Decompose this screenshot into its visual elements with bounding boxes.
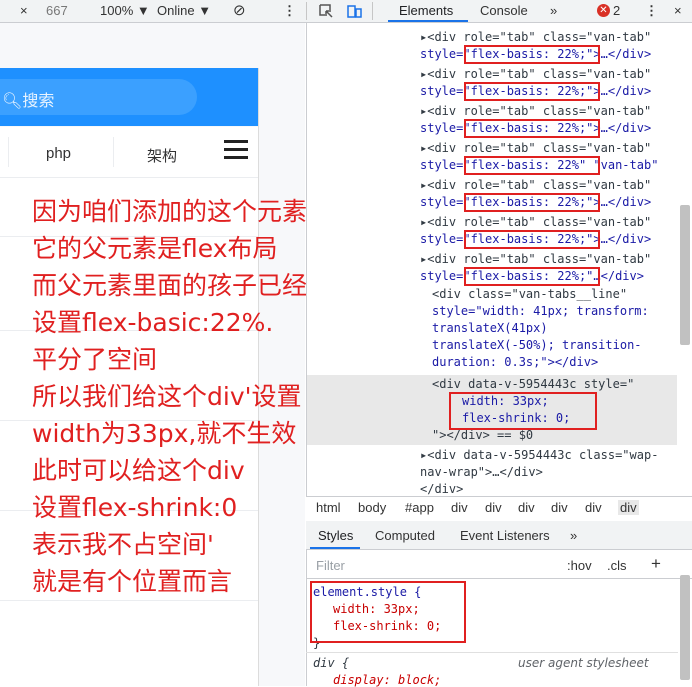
flex-basis-highlight-box bbox=[464, 82, 600, 101]
annotation-line: 所以我们给这个div'设置 bbox=[32, 382, 302, 411]
crumb-div[interactable]: div bbox=[551, 500, 568, 515]
flex-basis-highlight-box bbox=[464, 230, 600, 249]
dom-node-close: </div> bbox=[420, 482, 464, 496]
dom-node-van-tab[interactable]: ▸<div role="tab" class="van-tab" bbox=[420, 178, 651, 192]
hover-state-button[interactable]: :hov bbox=[567, 558, 592, 573]
annotation-line: 设置flex-basic:22%. bbox=[32, 308, 274, 337]
annotation-line: 它的父元素是flex布局 bbox=[32, 234, 278, 263]
annotation-line: 就是有个位置而言 bbox=[32, 567, 233, 596]
annotation-line: 表示我不占空间' bbox=[32, 530, 214, 559]
style-prop-display: display: block; bbox=[333, 673, 442, 687]
error-count: 2 bbox=[613, 3, 621, 18]
inspect-element-icon[interactable] bbox=[318, 3, 334, 19]
filter-bar bbox=[306, 552, 692, 579]
viewport-height[interactable]: 667 bbox=[46, 3, 68, 18]
crumb-div[interactable]: div bbox=[485, 500, 502, 515]
more-tabs-button[interactable]: » bbox=[550, 3, 557, 18]
dom-node-van-tab[interactable]: ▸<div role="tab" class="van-tab" bbox=[420, 215, 651, 229]
tab-elements[interactable]: Elements bbox=[399, 3, 453, 18]
highlight-box bbox=[449, 392, 597, 430]
dom-node[interactable]: ▸<div data-v-5954443c class="wap- bbox=[420, 448, 658, 462]
more-options-icon[interactable]: ⋮ bbox=[283, 3, 296, 19]
flex-basis-highlight-box bbox=[464, 193, 600, 212]
dom-node-attr: translateX(-50%); transition- bbox=[432, 338, 642, 352]
annotation-line: 因为咱们添加的这个元素 bbox=[32, 197, 308, 226]
search-placeholder: 🔍︎搜索 bbox=[2, 93, 55, 110]
category-tabs bbox=[0, 127, 258, 178]
tab-architecture[interactable]: 架构 bbox=[147, 145, 177, 166]
tab-styles[interactable]: Styles bbox=[318, 528, 353, 543]
zoom-select[interactable]: 100% ▼ bbox=[100, 3, 150, 18]
tab-computed[interactable]: Computed bbox=[375, 528, 435, 543]
div-rule-selector: div { bbox=[313, 656, 350, 670]
annotation-line: 此时可以给这个div bbox=[32, 456, 245, 485]
settings-icon[interactable]: ⋮ bbox=[645, 3, 658, 19]
dom-node-attr: translateX(41px) bbox=[432, 321, 548, 335]
elements-scrollbar[interactable] bbox=[680, 205, 690, 345]
close-size-button[interactable]: × bbox=[20, 3, 28, 18]
flex-basis-highlight-box bbox=[464, 156, 600, 175]
more-style-tabs[interactable]: » bbox=[570, 528, 577, 543]
crumb-html[interactable]: html bbox=[316, 500, 341, 515]
dom-node-attr: style="width: 41px; transform: bbox=[432, 304, 649, 318]
menu-icon[interactable] bbox=[224, 140, 248, 162]
flex-basis-highlight-box bbox=[464, 267, 600, 286]
crumb-app[interactable]: #app bbox=[405, 500, 434, 515]
new-rule-button[interactable]: + bbox=[651, 554, 661, 574]
styles-scrollbar[interactable] bbox=[680, 575, 690, 680]
tab-event-listeners[interactable]: Event Listeners bbox=[460, 528, 550, 543]
rotate-icon[interactable]: ⊘ bbox=[233, 1, 246, 19]
network-select[interactable]: Online ▼ bbox=[157, 3, 211, 18]
filter-input[interactable]: Filter bbox=[316, 558, 345, 573]
annotation-line: width为33px,就不生效 bbox=[32, 419, 297, 448]
close-devtools-button[interactable]: × bbox=[674, 3, 682, 18]
dom-node-van-tab[interactable]: ▸<div role="tab" class="van-tab" bbox=[420, 30, 651, 44]
search-icon: 🔍︎ bbox=[2, 93, 23, 110]
annotation-line: 设置flex-shrink:0 bbox=[32, 493, 238, 522]
selected-dom-node[interactable]: <div data-v-5954443c style=" bbox=[432, 377, 634, 391]
crumb-div[interactable]: div bbox=[451, 500, 468, 515]
class-toggle-button[interactable]: .cls bbox=[607, 558, 627, 573]
search-bar[interactable]: 🔍︎搜索 bbox=[0, 79, 197, 115]
tab-php[interactable]: php bbox=[46, 145, 71, 162]
dom-node-van-tab[interactable]: ▸<div role="tab" class="van-tab" bbox=[420, 141, 651, 155]
annotation-line: 平分了空间 bbox=[32, 345, 158, 374]
dom-node[interactable]: <div class="van-tabs__line" bbox=[432, 287, 627, 301]
tab-console[interactable]: Console bbox=[480, 3, 528, 18]
error-icon[interactable]: ✕ bbox=[597, 4, 610, 17]
dom-node-van-tab[interactable]: ▸<div role="tab" class="van-tab" bbox=[420, 252, 651, 266]
styles-highlight-box bbox=[310, 581, 466, 643]
selected-close: "></div> == $0 bbox=[432, 428, 534, 442]
dom-node-van-tab[interactable]: ▸<div role="tab" class="van-tab" bbox=[420, 67, 651, 81]
crumb-div[interactable]: div bbox=[518, 500, 535, 515]
annotation-line: 而父元素里面的孩子已经 bbox=[32, 271, 308, 300]
dom-node: nav-wrap">…</div> bbox=[420, 465, 543, 479]
dom-node-van-tab[interactable]: ▸<div role="tab" class="van-tab" bbox=[420, 104, 651, 118]
devtools-top-toolbar: × 667 100% ▼ Online ▼ ⊘ ⋮ Elements Conso… bbox=[0, 0, 692, 23]
crumb-body[interactable]: body bbox=[358, 500, 386, 515]
flex-basis-highlight-box bbox=[464, 45, 600, 64]
device-toolbar-icon[interactable] bbox=[346, 3, 362, 19]
crumb-div[interactable]: div bbox=[585, 500, 602, 515]
dom-node-attr: duration: 0.3s;"></div> bbox=[432, 355, 599, 369]
flex-basis-highlight-box bbox=[464, 119, 600, 138]
crumb-div-selected[interactable]: div bbox=[618, 500, 639, 515]
ua-stylesheet-label: user agent stylesheet bbox=[518, 656, 649, 670]
active-tab-indicator bbox=[388, 20, 468, 22]
